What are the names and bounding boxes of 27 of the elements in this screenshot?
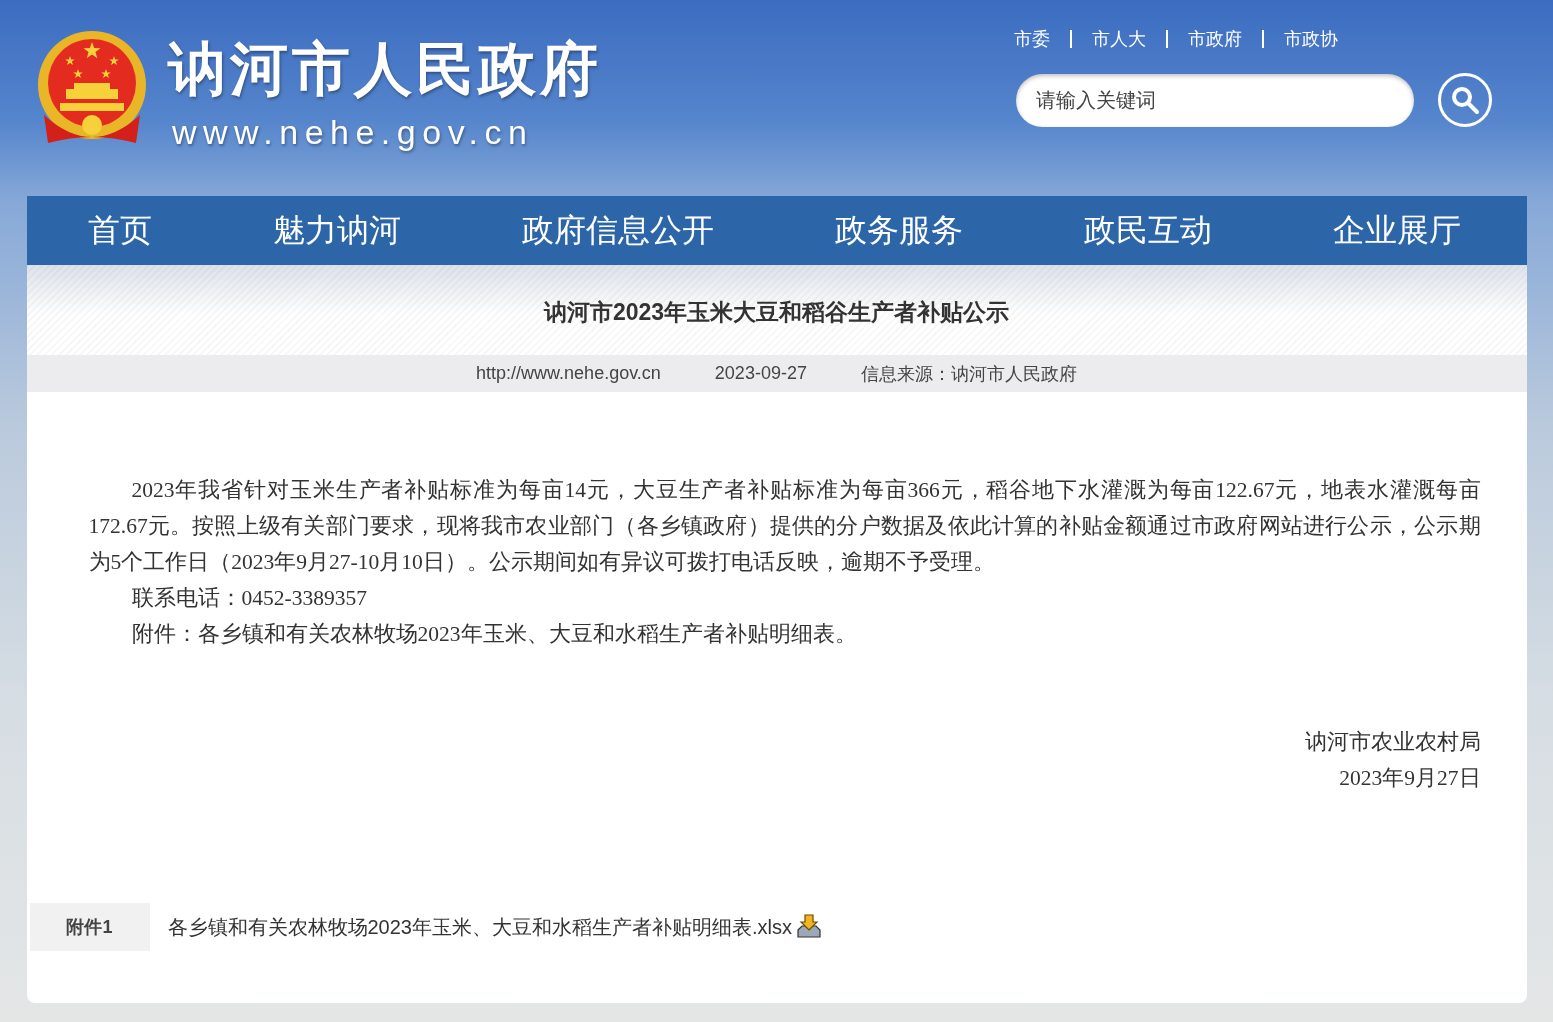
site-url: www.nehe.gov.cn xyxy=(171,112,535,152)
article-paragraph: 附件：各乡镇和有关农林牧场2023年玉米、大豆和水稻生产者补贴明细表。 xyxy=(130,621,858,648)
nav-item[interactable]: 首页 xyxy=(87,208,152,253)
article-paragraph: 联系电话：0452-3389357 xyxy=(130,585,368,612)
article-paragraph: 2023年我省针对玉米生产者补贴标准为每亩14元，大豆生产者补贴标准为每亩366元，稻谷地下水灌溉为每亩122.67元，地表水灌溉每亩172.67元。按照上级有关部门要求，现将我市农业部门（各乡镇政府）提供的分户数据及依此计算的补贴金额通过市政府网站进行公示，公示期为5个工作日（2023年9月27-10月10日）。公示期间如有异议可拨打电话反映，逾期不予受理。 xyxy=(88,477,1481,576)
search-icon xyxy=(1450,85,1480,115)
attachment-label: 附件1 xyxy=(29,903,150,951)
search-button[interactable] xyxy=(1438,73,1492,127)
search-field[interactable]: 请输入关键词 xyxy=(1016,73,1414,127)
top-link[interactable]: 市政协 xyxy=(1262,30,1358,48)
nav-item[interactable]: 政府信息公开 xyxy=(521,208,714,253)
top-link[interactable]: 市人大 xyxy=(1070,30,1166,48)
top-link[interactable]: 市委 xyxy=(994,30,1070,48)
download-tray-icon[interactable] xyxy=(796,914,822,940)
attachment-link[interactable]: 各乡镇和有关农林牧场2023年玉米、大豆和水稻生产者补贴明细表.xlsx xyxy=(167,913,792,941)
top-link[interactable]: 市政府 xyxy=(1166,30,1262,48)
article-title: 讷河市2023年玉米大豆和稻谷生产者补贴公示 xyxy=(543,297,1010,327)
meta-text: 2023-09-27 xyxy=(714,363,807,384)
nav-item[interactable]: 政务服务 xyxy=(834,208,963,253)
meta-text: 信息来源：讷河市人民政府 xyxy=(860,362,1077,386)
nav-item[interactable]: 企业展厅 xyxy=(1332,208,1461,253)
meta-text: http://www.nehe.gov.cn xyxy=(476,363,661,384)
signature-line: 讷河市农业农村局 xyxy=(1304,729,1481,756)
nav-item[interactable]: 政民互动 xyxy=(1083,208,1212,253)
nav-item[interactable]: 魅力讷河 xyxy=(272,208,401,253)
signature-line: 2023年9月27日 xyxy=(1339,765,1481,792)
site-name: 讷河市人民政府 xyxy=(168,34,602,103)
